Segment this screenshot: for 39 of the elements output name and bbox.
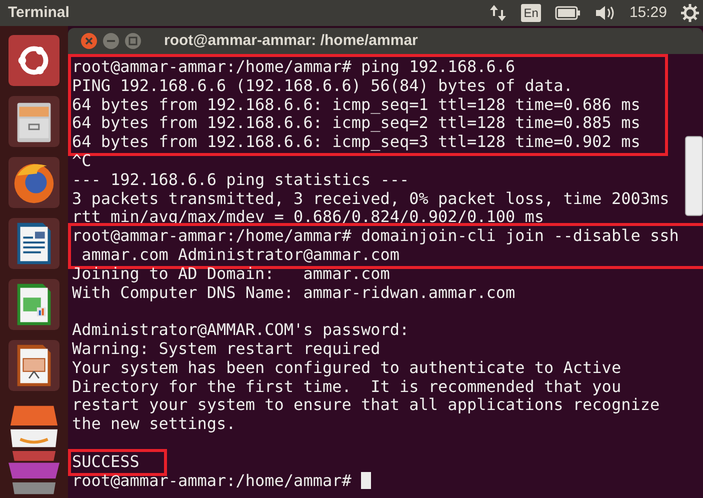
terminal-line: the new settings.: [72, 415, 236, 434]
terminal-line: 64 bytes from 192.168.6.6: icmp_seq=3 ttl=128 time=0.902 ms: [72, 133, 640, 152]
app-title: Terminal: [8, 2, 70, 23]
terminal-line: Joining to AD Domain: ammar.com: [72, 264, 390, 284]
minimize-icon[interactable]: [102, 32, 120, 50]
terminal-line: 3 packets transmitted, 3 received, 0% packet loss, time 2003ms: [72, 190, 670, 208]
terminal-line: ammar.com Administrator@ammar.com: [80, 246, 400, 265]
terminal-line: Your system has been configured to authenticate to Active: [72, 358, 622, 378]
terminal-line: restart your system to ensure that all applications recognize: [72, 396, 660, 416]
maximize-icon[interactable]: [124, 32, 142, 50]
close-icon[interactable]: [80, 32, 98, 50]
terminal-line: Warning: System restart required: [72, 340, 380, 359]
presentation-icon[interactable]: [7, 338, 61, 392]
terminal-line: rtt min/avg/max/mdev = 0.686/0.824/0.902/0.100 ms: [72, 208, 544, 228]
spreadsheet-icon[interactable]: [7, 278, 61, 331]
terminal-line: Directory for the first time. It is recommended that you: [72, 378, 622, 396]
battery-icon[interactable]: [555, 6, 582, 20]
terminal-line: With Computer DNS Name: ammar-ridwan.ammar.com: [72, 284, 516, 302]
window-title: root@ammar-ammar: /home/ammar: [164, 30, 418, 51]
speaker-icon[interactable]: [595, 5, 616, 21]
settings-icon[interactable]: [681, 4, 699, 22]
terminal-line: 64 bytes from 192.168.6.6: icmp_seq=1 ttl=128 time=0.686 ms: [72, 96, 640, 114]
scrollbar[interactable]: [685, 136, 703, 216]
terminal-line: root@ammar-ammar:/home/ammar#: [72, 472, 352, 490]
firefox-icon[interactable]: [7, 156, 61, 209]
terminal-line: --- 192.168.6.6 ping statistics ---: [72, 170, 410, 190]
terminal-line: 64 bytes from 192.168.6.6: icmp_seq=2 ttl=128 time=0.885 ms: [72, 114, 640, 134]
clock[interactable]: 15:29: [629, 2, 667, 24]
keyboard-language-indicator[interactable]: En: [520, 4, 542, 22]
network-arrows-icon[interactable]: [488, 4, 507, 22]
terminal-line: SUCCESS: [72, 452, 140, 472]
terminal-line: Administrator@AMMAR.COM's password:: [72, 321, 410, 340]
terminal-line: root@ammar-ammar:/home/ammar# ping 192.168.6.6: [72, 58, 516, 77]
terminal-line: PING 192.168.6.6 (192.168.6.6) 56(84) bytes of data.: [72, 76, 573, 96]
file-cabinet-icon[interactable]: [7, 94, 61, 148]
terminal-line: ^C: [72, 152, 92, 171]
ubuntu-logo-icon[interactable]: [7, 34, 61, 87]
document-writer-icon[interactable]: [7, 216, 61, 270]
terminal-line: root@ammar-ammar:/home/ammar# domainjoin-cli join --disable ssh: [72, 227, 679, 246]
